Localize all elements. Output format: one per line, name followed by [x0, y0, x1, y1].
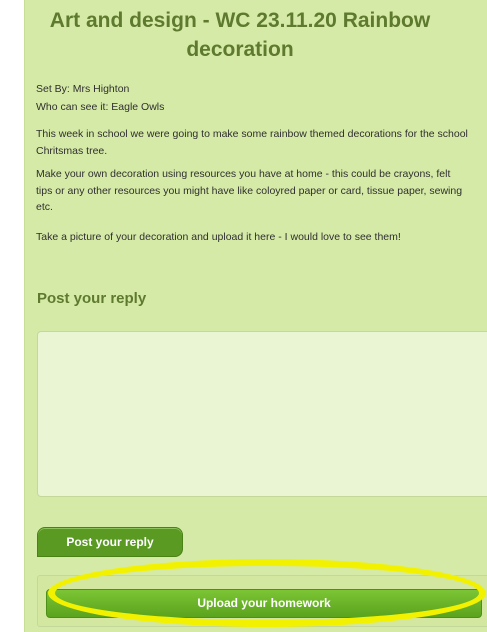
- reply-heading: Post your reply: [37, 290, 147, 307]
- description-paragraph: Take a picture of your decoration and up…: [36, 231, 401, 243]
- description-paragraph: This week in school we were going to mak…: [36, 128, 468, 157]
- set-by-text: Set By: Mrs Highton: [36, 83, 130, 95]
- upload-homework-button[interactable]: Upload your homework: [46, 589, 482, 618]
- reply-textarea[interactable]: [37, 331, 487, 497]
- post-reply-button[interactable]: Post your reply: [37, 527, 183, 557]
- assignment-title: Art and design - WC 23.11.20 Rainbow dec…: [49, 9, 431, 61]
- visibility-text: Who can see it: Eagle Owls: [36, 101, 165, 113]
- description-paragraph: Make your own decoration using resources…: [36, 168, 463, 213]
